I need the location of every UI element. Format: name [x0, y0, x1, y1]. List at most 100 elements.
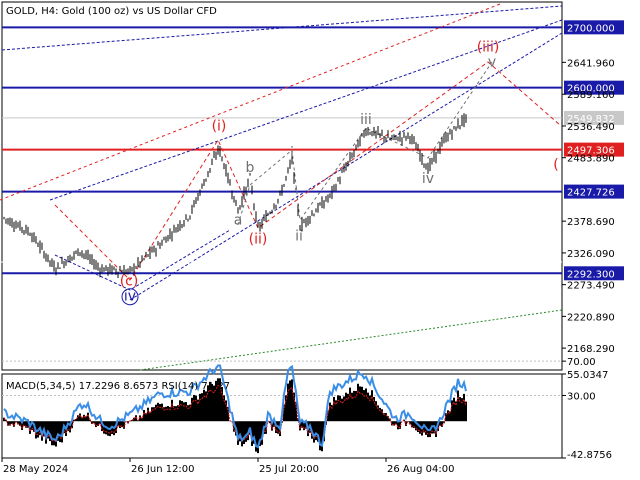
candle-body	[357, 140, 359, 148]
candle-body	[285, 176, 287, 178]
candle-body	[75, 251, 77, 253]
candle-body	[365, 131, 367, 134]
candle-body	[307, 216, 309, 223]
candle-body	[313, 214, 315, 216]
candle-body	[413, 140, 415, 142]
candle-body	[387, 134, 389, 139]
candle-body	[157, 243, 159, 246]
candle-body	[173, 227, 175, 229]
candle-body	[337, 178, 339, 181]
candle-body	[79, 252, 81, 254]
candle-body	[155, 249, 157, 252]
candle-body	[87, 253, 89, 259]
candle-body	[331, 188, 333, 195]
candle-body	[385, 138, 387, 140]
candle-body	[5, 218, 7, 220]
candle-body	[415, 146, 417, 150]
candle-body	[197, 195, 199, 197]
candle-body	[401, 137, 403, 141]
candle-body	[95, 263, 97, 266]
candle-body	[137, 260, 139, 264]
candle-body	[371, 131, 373, 136]
candle-body	[259, 224, 261, 228]
candle-body	[297, 207, 299, 212]
candle-body	[73, 252, 75, 256]
candle-body	[247, 181, 249, 184]
candle-body	[19, 222, 21, 230]
candle-body	[345, 166, 347, 170]
candle-body	[81, 252, 83, 254]
candle-body	[351, 154, 353, 158]
candle-body	[227, 173, 229, 180]
candle-body	[111, 267, 113, 273]
candle-body	[327, 198, 329, 200]
candle-body	[119, 270, 121, 272]
candle-body	[139, 261, 141, 265]
candle-body	[3, 217, 5, 219]
candle-body	[341, 171, 343, 173]
candle-body	[417, 147, 419, 152]
candle-body	[311, 213, 313, 215]
candle-body	[189, 215, 191, 218]
candle-body	[213, 155, 215, 157]
candle-body	[107, 268, 109, 273]
candle-body	[41, 246, 43, 248]
candle-body	[323, 202, 325, 206]
candle-body	[21, 227, 23, 230]
candle-body	[343, 167, 345, 171]
candle-body	[391, 137, 393, 139]
candle-body	[275, 205, 277, 207]
candle-body	[333, 185, 335, 188]
candle-body	[181, 224, 183, 227]
price-tick-label: 2483.890	[567, 154, 615, 165]
candle-body	[163, 239, 165, 241]
time-tick-label: 28 May 2024	[3, 464, 68, 475]
candle-body	[115, 270, 117, 273]
candle-body	[369, 133, 371, 135]
candle-body	[117, 271, 119, 275]
candle-body	[91, 257, 93, 262]
indicator-tick-label: -42.8756	[567, 450, 612, 461]
candle-body	[389, 138, 391, 140]
price-tick-label: 2641.960	[567, 58, 615, 69]
candle-body	[77, 248, 79, 256]
candle-body	[289, 163, 291, 166]
candle-body	[363, 132, 365, 136]
candle-body	[425, 166, 427, 170]
candle-body	[229, 183, 231, 186]
candle-body	[367, 130, 369, 133]
candle-body	[283, 184, 285, 187]
candle-body	[395, 135, 397, 138]
candle-body	[191, 207, 193, 212]
level-tag-label: 2700.000	[567, 23, 615, 34]
price-tick-label: 2589.160	[567, 90, 615, 101]
candle-body	[25, 226, 27, 233]
candle-body	[447, 135, 449, 139]
candle-body	[17, 225, 19, 227]
candle-body	[37, 246, 39, 248]
candle-body	[305, 218, 307, 224]
candle-body	[147, 254, 149, 257]
price-tick-label: 2273.490	[567, 281, 615, 292]
level-tag-label: 2427.726	[567, 188, 615, 199]
candle-body	[105, 265, 107, 270]
candle-body	[431, 159, 433, 162]
wave-label: ii	[295, 228, 303, 244]
candle-body	[65, 261, 67, 265]
candle-body	[187, 219, 189, 221]
price-tick-label: 2326.090	[567, 249, 615, 260]
candle-body	[47, 254, 49, 261]
candle-body	[303, 222, 305, 224]
candle-body	[151, 248, 153, 253]
candle-body	[171, 235, 173, 237]
candle-body	[67, 256, 69, 263]
wave-label: b	[246, 160, 255, 176]
candle-body	[317, 204, 319, 211]
candle-body	[273, 206, 275, 209]
indicator-tick-label: 55.0347	[567, 370, 608, 381]
candle-body	[457, 122, 459, 128]
wave-label: iv	[422, 171, 434, 187]
candle-body	[349, 155, 351, 161]
candle-body	[449, 130, 451, 135]
candle-body	[287, 168, 289, 171]
